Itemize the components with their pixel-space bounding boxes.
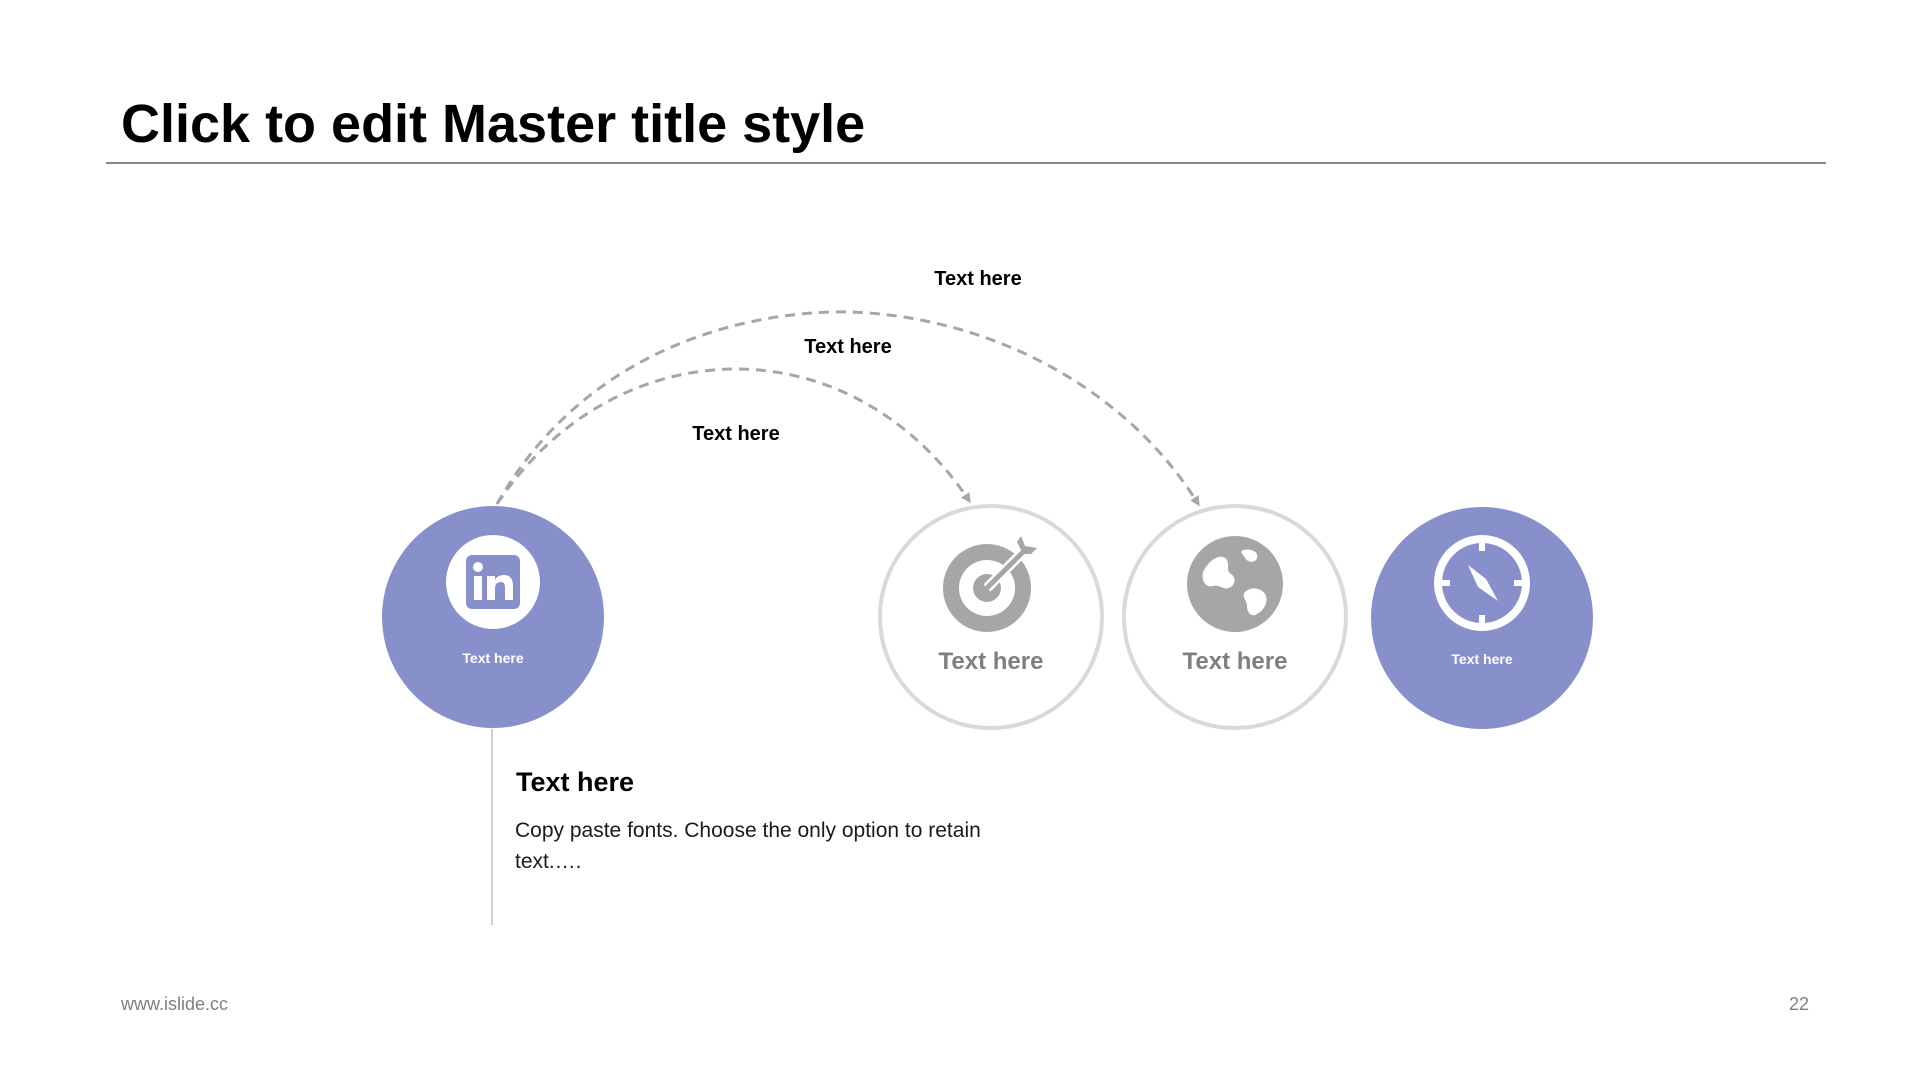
arc-label-inner[interactable]: Text here bbox=[692, 423, 779, 446]
node-label: Text here bbox=[1182, 648, 1288, 675]
node-linkedin[interactable]: Text here bbox=[382, 506, 604, 728]
linkedin-icon bbox=[445, 534, 541, 635]
node-compass[interactable]: Text here bbox=[1371, 507, 1593, 729]
footer-url: www.islide.cc bbox=[121, 994, 229, 1014]
compass-icon bbox=[1434, 535, 1530, 636]
globe-icon bbox=[1185, 534, 1285, 639]
page-number: 22 bbox=[1788, 994, 1809, 1014]
node-label: Text here bbox=[1451, 651, 1513, 667]
slide: Click to edit Master title style Text he… bbox=[0, 0, 1920, 1080]
arc-label-outer[interactable]: Text here bbox=[934, 268, 1021, 291]
detail-heading[interactable]: Text here bbox=[516, 767, 634, 798]
node-target[interactable]: Text here bbox=[878, 504, 1104, 730]
arc-label-middle[interactable]: Text here bbox=[804, 336, 891, 359]
detail-connector-line bbox=[491, 729, 493, 925]
target-icon bbox=[941, 534, 1041, 639]
detail-body[interactable]: Copy paste fonts. Choose the only option… bbox=[515, 815, 985, 877]
node-globe[interactable]: Text here bbox=[1122, 504, 1348, 730]
node-label: Text here bbox=[938, 648, 1044, 675]
node-label: Text here bbox=[462, 650, 524, 666]
